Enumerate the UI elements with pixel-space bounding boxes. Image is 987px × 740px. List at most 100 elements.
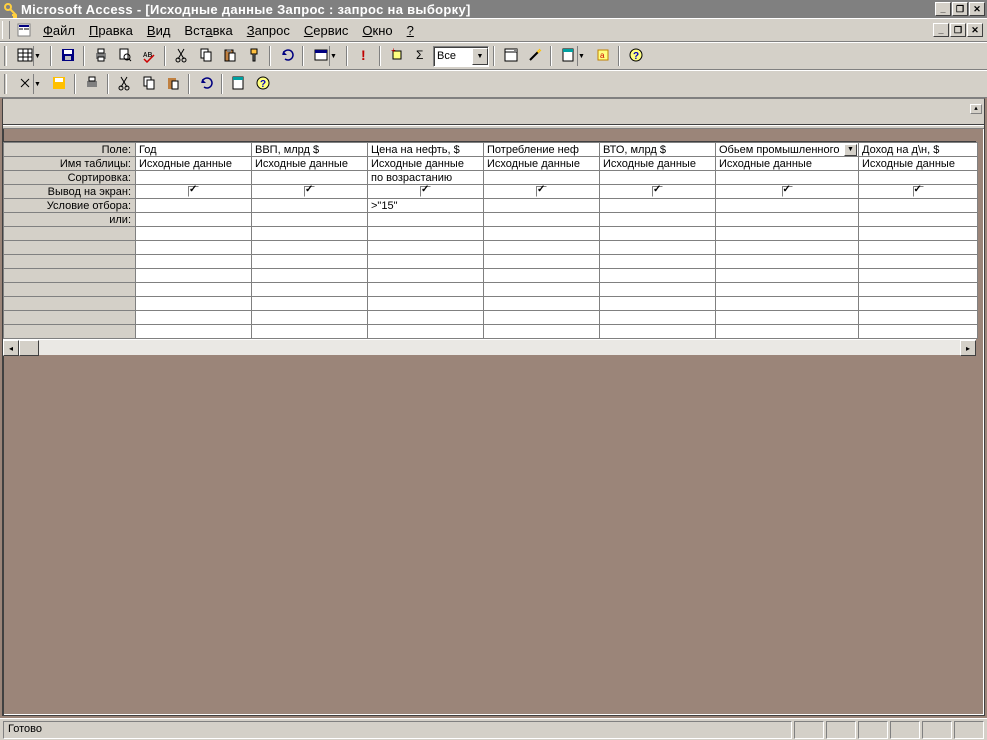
paste2-button[interactable] <box>161 73 184 95</box>
table-cell[interactable]: Исходные данные <box>484 157 600 171</box>
empty-cell[interactable] <box>716 227 859 241</box>
show-cell[interactable] <box>716 185 859 199</box>
menu-help[interactable]: ? <box>400 20 421 41</box>
menu-window[interactable]: Окно <box>355 20 399 41</box>
criteria-cell[interactable] <box>252 199 368 213</box>
show-cell[interactable] <box>252 185 368 199</box>
empty-cell[interactable] <box>859 255 978 269</box>
sort-cell[interactable] <box>859 171 978 185</box>
table-cell[interactable]: Исходные данные <box>368 157 484 171</box>
empty-cell[interactable] <box>600 311 716 325</box>
criteria-cell[interactable] <box>136 199 252 213</box>
field-cell[interactable]: Потребление неф <box>484 143 600 157</box>
empty-cell[interactable] <box>600 297 716 311</box>
empty-cell[interactable] <box>484 269 600 283</box>
help-button[interactable]: ? <box>624 45 647 67</box>
show-cell[interactable] <box>484 185 600 199</box>
sort-cell[interactable]: по возрастанию <box>368 171 484 185</box>
empty-cell[interactable] <box>716 297 859 311</box>
empty-cell[interactable] <box>252 255 368 269</box>
empty-cell[interactable] <box>600 283 716 297</box>
empty-cell[interactable] <box>484 297 600 311</box>
empty-cell[interactable] <box>368 241 484 255</box>
empty-cell[interactable] <box>484 311 600 325</box>
copy2-button[interactable] <box>137 73 160 95</box>
scroll-thumb[interactable] <box>19 340 39 356</box>
empty-cell[interactable] <box>600 227 716 241</box>
menu-edit[interactable]: Правка <box>82 20 140 41</box>
empty-cell[interactable] <box>252 283 368 297</box>
chevron-down-icon[interactable]: ▼ <box>844 144 857 156</box>
sort-cell[interactable] <box>252 171 368 185</box>
scroll-left-icon[interactable]: ◂ <box>3 340 19 356</box>
empty-cell[interactable] <box>484 227 600 241</box>
table-cell[interactable]: Исходные данные <box>716 157 859 171</box>
spelling-button[interactable]: ᴀʙ <box>137 45 160 67</box>
field-cell[interactable]: ВТО, млрд $ <box>600 143 716 157</box>
print2-button[interactable] <box>80 73 103 95</box>
minimize-button[interactable]: _ <box>935 2 951 16</box>
sort-cell[interactable] <box>716 171 859 185</box>
empty-cell[interactable] <box>368 255 484 269</box>
empty-cell[interactable] <box>368 227 484 241</box>
toolbar2-grip[interactable] <box>4 74 7 94</box>
field-cell[interactable]: ВВП, млрд $ <box>252 143 368 157</box>
menu-view[interactable]: Вид <box>140 20 178 41</box>
undo2-button[interactable] <box>194 73 217 95</box>
empty-cell[interactable] <box>368 269 484 283</box>
mdi-restore-button[interactable]: ❐ <box>950 23 966 37</box>
table-cell[interactable]: Исходные данные <box>136 157 252 171</box>
show-checkbox[interactable] <box>188 186 199 197</box>
empty-cell[interactable] <box>252 311 368 325</box>
grid-hscroll[interactable]: ◂ ▸ <box>3 339 976 355</box>
show-checkbox[interactable] <box>420 186 431 197</box>
menu-insert[interactable]: Вставка <box>177 20 239 41</box>
run-button[interactable]: ! <box>352 45 375 67</box>
criteria-cell[interactable] <box>859 199 978 213</box>
upper-pane[interactable]: ▴ <box>3 99 984 125</box>
print-preview-button[interactable] <box>113 45 136 67</box>
empty-cell[interactable] <box>484 241 600 255</box>
close-button[interactable]: ✕ <box>969 2 985 16</box>
top-values-select[interactable]: Все ▼ <box>433 46 489 67</box>
empty-cell[interactable] <box>600 255 716 269</box>
menu-query[interactable]: Запрос <box>240 20 297 41</box>
new-object-button[interactable]: a <box>591 45 614 67</box>
print-button[interactable] <box>89 45 112 67</box>
empty-cell[interactable] <box>600 325 716 339</box>
db-window2-button[interactable] <box>227 73 250 95</box>
empty-cell[interactable] <box>716 283 859 297</box>
empty-cell[interactable] <box>859 269 978 283</box>
show-cell[interactable] <box>136 185 252 199</box>
restore-button[interactable]: ❐ <box>952 2 968 16</box>
save2-button[interactable] <box>47 73 70 95</box>
empty-cell[interactable] <box>600 269 716 283</box>
insert-function-button[interactable]: ▼ <box>12 73 46 95</box>
sort-cell[interactable] <box>600 171 716 185</box>
or-cell[interactable] <box>600 213 716 227</box>
query-type-button[interactable]: ▼ <box>308 45 342 67</box>
toolbar-grip[interactable] <box>4 46 7 66</box>
field-cell[interactable]: Обьем промышленного▼ <box>716 143 859 157</box>
empty-cell[interactable] <box>859 297 978 311</box>
criteria-cell[interactable] <box>484 199 600 213</box>
or-cell[interactable] <box>716 213 859 227</box>
show-checkbox[interactable] <box>782 186 793 197</box>
empty-cell[interactable] <box>859 283 978 297</box>
empty-cell[interactable] <box>716 255 859 269</box>
menu-file[interactable]: Файл <box>36 20 82 41</box>
scroll-right-icon[interactable]: ▸ <box>960 340 976 356</box>
empty-cell[interactable] <box>136 283 252 297</box>
save-button[interactable] <box>56 45 79 67</box>
empty-cell[interactable] <box>136 255 252 269</box>
upper-vscroll[interactable]: ▴ <box>968 99 984 124</box>
field-cell[interactable]: Доход на д\н, $ <box>859 143 978 157</box>
empty-cell[interactable] <box>716 325 859 339</box>
empty-cell[interactable] <box>368 297 484 311</box>
show-checkbox[interactable] <box>536 186 547 197</box>
show-cell[interactable] <box>859 185 978 199</box>
empty-cell[interactable] <box>716 269 859 283</box>
empty-cell[interactable] <box>252 269 368 283</box>
empty-cell[interactable] <box>368 311 484 325</box>
empty-cell[interactable] <box>368 283 484 297</box>
